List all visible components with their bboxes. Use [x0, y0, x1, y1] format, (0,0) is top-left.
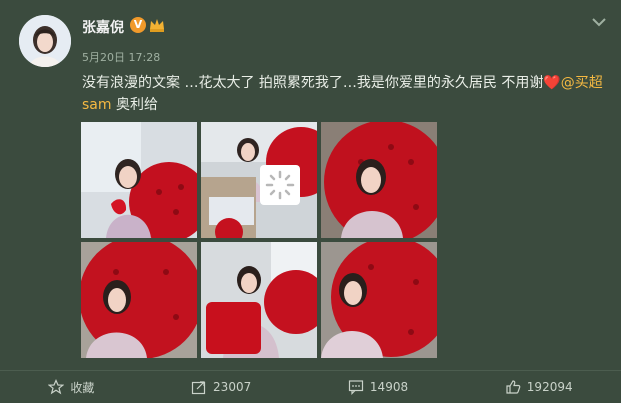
- like-icon: [506, 380, 521, 394]
- star-icon: [48, 379, 65, 395]
- repost-icon: [191, 381, 206, 395]
- weibo-post-card: 张嘉倪 V 5月20日 17:28 没有浪漫的文案 …花太大了 拍照累死我了…我…: [0, 0, 621, 402]
- post-image-4[interactable]: [81, 242, 197, 358]
- post-image-6[interactable]: [321, 242, 437, 358]
- crown-icon: [150, 19, 164, 32]
- comment-icon: [348, 380, 364, 395]
- post-text-tail: 奥利给: [111, 97, 158, 113]
- chevron-down-icon[interactable]: [592, 17, 606, 27]
- loading-icon: [260, 165, 300, 205]
- post-text-main: 没有浪漫的文案 …花太大了 拍照累死我了…我是你爱里的永久居民 不用谢: [82, 75, 544, 91]
- heart-emoji: ❤️: [543, 75, 561, 91]
- post-image-3[interactable]: [321, 122, 437, 238]
- post-text: 没有浪漫的文案 …花太大了 拍照累死我了…我是你爱里的永久居民 不用谢❤️@买超…: [82, 72, 607, 116]
- repost-count: 23007: [213, 380, 252, 394]
- repost-button[interactable]: 23007: [191, 379, 251, 395]
- post-image-1[interactable]: [81, 122, 197, 238]
- post-image-5[interactable]: [201, 242, 317, 358]
- post-timestamp[interactable]: 5月20日 17:28: [82, 49, 160, 65]
- image-grid: [81, 122, 437, 358]
- verified-badge: V: [130, 17, 146, 33]
- favorite-button[interactable]: 收藏: [48, 379, 94, 396]
- like-count: 192094: [526, 380, 573, 394]
- like-button[interactable]: 192094: [505, 379, 573, 395]
- avatar[interactable]: [19, 15, 71, 67]
- favorite-label: 收藏: [70, 380, 95, 395]
- action-bar: 收藏 23007 14908 192094: [0, 370, 621, 403]
- comment-button[interactable]: 14908: [348, 379, 408, 395]
- username[interactable]: 张嘉倪: [82, 17, 124, 37]
- comment-count: 14908: [369, 380, 409, 394]
